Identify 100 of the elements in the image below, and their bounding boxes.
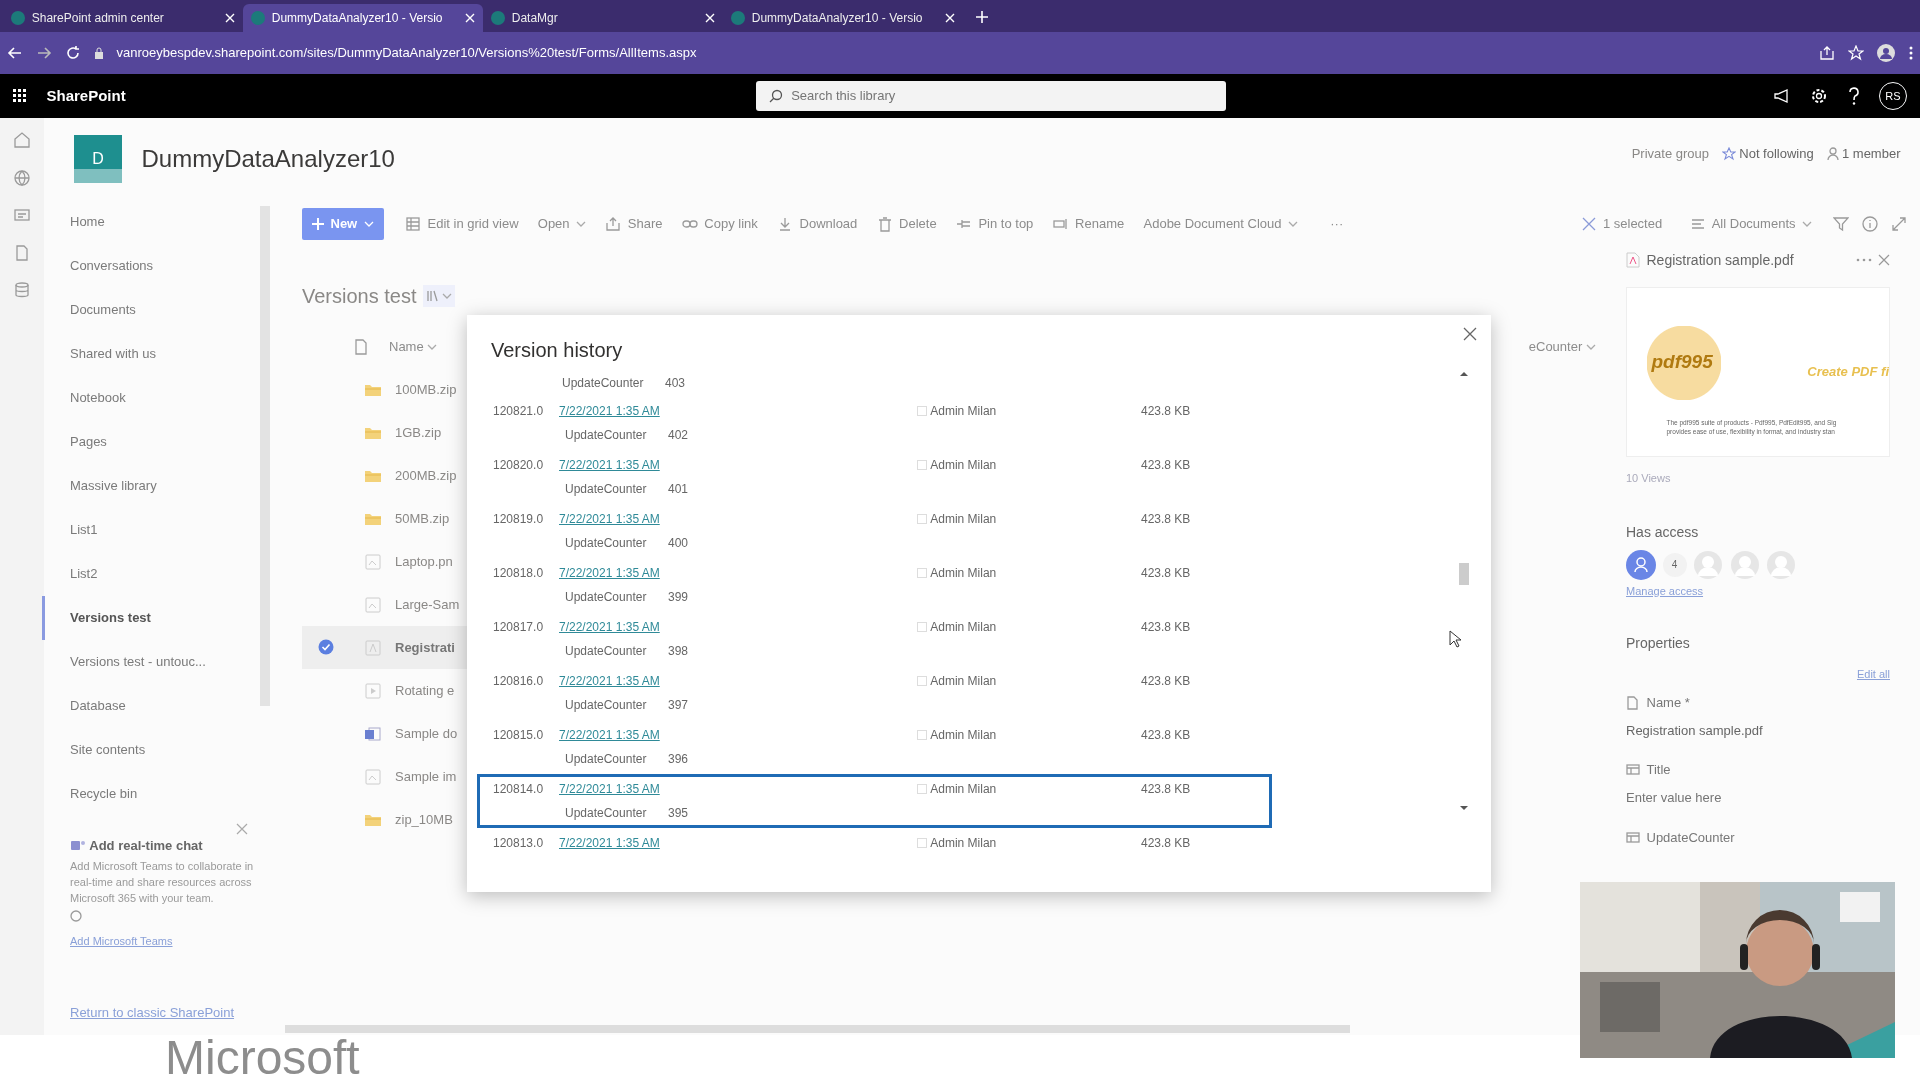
expand-icon[interactable] xyxy=(1891,216,1907,232)
scrollbar[interactable] xyxy=(285,1025,1350,1033)
more-icon[interactable] xyxy=(1855,258,1872,262)
version-date[interactable]: 7/22/2021 1:35 AM xyxy=(559,726,917,744)
nav-item[interactable]: Notebook xyxy=(42,376,260,420)
profile-icon[interactable] xyxy=(1876,44,1895,62)
nav-item[interactable]: Versions test - untouc... xyxy=(42,640,260,684)
file-name[interactable]: Rotating e xyxy=(395,680,455,701)
reload-icon[interactable] xyxy=(64,45,81,61)
version-date[interactable]: 7/22/2021 1:35 AM xyxy=(559,618,917,636)
menu-icon[interactable] xyxy=(1907,45,1914,61)
add-teams-link[interactable]: Add Microsoft Teams xyxy=(70,932,173,950)
check-circle-icon[interactable] xyxy=(318,639,334,655)
edit-all-link[interactable]: Edit all xyxy=(1856,666,1890,683)
section-title: Properties xyxy=(1626,634,1691,654)
change-field: UpdateCounter xyxy=(565,426,668,444)
modified-by: Admin Milan xyxy=(930,781,997,798)
scrollbar-thumb[interactable] xyxy=(1459,563,1469,585)
settings-icon[interactable] xyxy=(1810,87,1828,105)
version-date[interactable]: 7/22/2021 1:35 AM xyxy=(559,834,917,852)
nav-item[interactable]: Shared with us xyxy=(42,332,260,376)
file-name[interactable]: Sample im xyxy=(395,766,457,787)
nav-item[interactable]: Massive library xyxy=(42,464,260,508)
nav-item[interactable]: List2 xyxy=(42,552,260,596)
checkbox-icon xyxy=(917,568,927,578)
app-name[interactable]: SharePoint xyxy=(46,84,126,108)
close-icon[interactable] xyxy=(1463,327,1477,341)
manage-access-link[interactable]: Manage access xyxy=(1626,582,1890,600)
pin-button[interactable]: Pin to top xyxy=(947,208,1042,240)
file-size: 423.8 KB xyxy=(1141,727,1191,744)
browser-tab[interactable]: SharePoint admin center xyxy=(3,4,244,32)
plus-icon[interactable] xyxy=(975,10,990,24)
version-date[interactable]: 7/22/2021 1:35 AM xyxy=(559,780,917,798)
site-logo[interactable]: D xyxy=(74,135,122,183)
version-date[interactable]: 7/22/2021 1:35 AM xyxy=(559,672,917,690)
change-value: 402 xyxy=(668,427,689,444)
classic-link[interactable]: Return to classic SharePoint xyxy=(70,1002,260,1022)
database-icon[interactable] xyxy=(13,281,31,299)
file-name[interactable]: 50MB.zip xyxy=(395,508,450,529)
file-name[interactable]: Large-Sam xyxy=(395,594,460,615)
nav-item[interactable]: List1 xyxy=(42,508,260,552)
nav-item[interactable]: Recycle bin xyxy=(42,772,260,816)
open-button[interactable]: Open xyxy=(529,208,595,240)
copy-link-button[interactable]: Copy link xyxy=(673,208,766,240)
members-button[interactable]: 1 member xyxy=(1826,138,1901,170)
site-title[interactable]: DummyDataAnalyzer10 xyxy=(141,141,395,177)
person-icon xyxy=(1826,147,1839,161)
browser-tab[interactable]: DataMgr xyxy=(483,4,724,32)
scroll-up-icon[interactable] xyxy=(1459,371,1469,377)
clear-selection-button[interactable]: 1 selected xyxy=(1574,208,1671,240)
globe-icon[interactable] xyxy=(13,168,31,187)
version-date[interactable]: 7/22/2021 1:35 AM xyxy=(559,402,917,420)
back-icon[interactable] xyxy=(6,45,23,61)
column-header[interactable]: Name xyxy=(381,331,445,363)
nav-item[interactable]: Pages xyxy=(42,420,260,464)
new-button[interactable]: New xyxy=(302,208,384,240)
follow-button[interactable]: Not following xyxy=(1722,138,1814,170)
checkbox-icon xyxy=(917,622,927,632)
nav-item[interactable]: Conversations xyxy=(42,244,260,288)
version-date[interactable]: 7/22/2021 1:35 AM xyxy=(559,564,917,582)
app-launcher-icon[interactable] xyxy=(13,89,27,103)
forward-icon[interactable] xyxy=(35,45,52,61)
file-name[interactable]: Registrati xyxy=(395,637,455,658)
file-name[interactable]: zip_10MB xyxy=(395,809,453,830)
star-icon[interactable] xyxy=(1847,45,1864,61)
browser-tab[interactable]: DummyDataAnalyzer10 - Versio xyxy=(243,4,484,32)
pdf-icon xyxy=(364,639,382,656)
view-button[interactable]: All Documents xyxy=(1683,208,1820,240)
megaphone-icon[interactable] xyxy=(1772,88,1791,104)
more-button[interactable]: ··· xyxy=(1322,208,1352,240)
download-button[interactable]: Download xyxy=(769,208,866,240)
scroll-down-icon[interactable] xyxy=(1459,805,1469,811)
edit-grid-button[interactable]: Edit in grid view xyxy=(397,208,527,240)
search-input[interactable]: Search this library xyxy=(789,85,1213,107)
nav-item[interactable]: Site contents xyxy=(42,728,260,772)
nav-item[interactable]: Documents xyxy=(42,288,260,332)
file-name[interactable]: 100MB.zip xyxy=(395,379,457,400)
nav-item[interactable]: Database xyxy=(42,684,260,728)
browser-tab[interactable]: DummyDataAnalyzer10 - Versio xyxy=(723,4,964,32)
search-field[interactable]: Search this library xyxy=(755,81,1226,111)
input-field[interactable]: Enter value here xyxy=(1626,786,1890,810)
file-name[interactable]: Sample do xyxy=(395,723,458,744)
input-field[interactable]: Registration sample.pdf xyxy=(1626,718,1890,743)
share-icon[interactable] xyxy=(1818,45,1835,61)
rename-button[interactable]: Rename xyxy=(1044,208,1133,240)
file-name[interactable]: 200MB.zip xyxy=(395,465,457,486)
filter-icon[interactable] xyxy=(1833,216,1849,232)
help-icon[interactable] xyxy=(1847,87,1860,105)
delete-button[interactable]: Delete xyxy=(868,208,945,240)
group-type: Private group xyxy=(1631,145,1710,164)
adobe-button[interactable]: Adobe Document Cloud xyxy=(1135,208,1307,240)
column-header[interactable]: eCounter xyxy=(1520,331,1604,363)
file-name[interactable]: Laptop.pn xyxy=(395,551,453,572)
scrollbar[interactable] xyxy=(260,206,270,706)
share-button[interactable]: Share xyxy=(597,208,671,240)
checkbox-icon xyxy=(917,676,927,686)
file-name[interactable]: 1GB.zip xyxy=(395,422,442,443)
nav-item[interactable]: Home xyxy=(42,200,260,244)
version-date[interactable]: 7/22/2021 1:35 AM xyxy=(559,510,917,528)
version-date[interactable]: 7/22/2021 1:35 AM xyxy=(559,456,917,474)
